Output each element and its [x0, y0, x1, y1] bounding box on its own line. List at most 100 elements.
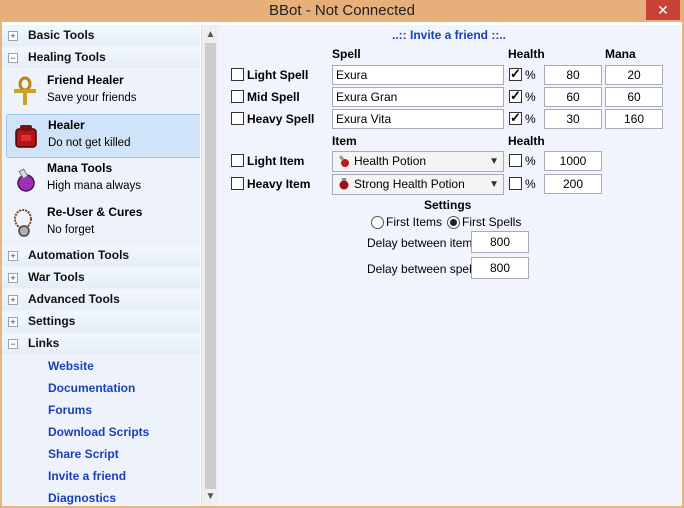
- collapse-icon[interactable]: −: [8, 53, 18, 63]
- close-button[interactable]: ✕: [646, 0, 680, 20]
- category-basic-tools[interactable]: + Basic Tools: [2, 26, 200, 46]
- heavy-item-health-checkbox[interactable]: [509, 177, 522, 190]
- link-diagnostics[interactable]: Diagnostics: [48, 491, 116, 505]
- link-share-script[interactable]: Share Script: [48, 447, 119, 461]
- delay-spells-label: Delay between spells: [367, 262, 481, 276]
- light-item-checkbox[interactable]: [231, 154, 244, 167]
- chevron-down-icon: ▼: [489, 156, 499, 167]
- item-health-header: Health: [508, 134, 545, 148]
- mid-spell-health-checkbox[interactable]: [509, 88, 522, 104]
- heavy-item-checkbox[interactable]: [231, 177, 244, 190]
- link-website[interactable]: Website: [48, 359, 94, 373]
- heavy-spell-label: Heavy Spell: [247, 112, 315, 126]
- tool-desc: No forget: [47, 224, 95, 236]
- category-label: Healing Tools: [28, 50, 106, 64]
- heavy-spell-health-checkbox[interactable]: [509, 110, 522, 126]
- category-label: War Tools: [28, 270, 85, 284]
- tool-healer[interactable]: Healer Do not get killed: [6, 114, 200, 158]
- mid-spell-health-input[interactable]: 60: [544, 87, 602, 107]
- dropdown-value: Health Potion: [354, 154, 427, 168]
- sidebar-scrollbar[interactable]: ▲ ▼: [201, 25, 219, 506]
- light-spell-checkbox[interactable]: [231, 68, 244, 81]
- percent-sign: %: [525, 90, 536, 104]
- light-item-dropdown[interactable]: Health Potion ▼: [332, 151, 504, 172]
- category-label: Basic Tools: [28, 28, 95, 42]
- tool-mana-tools[interactable]: Mana Tools High mana always: [6, 158, 200, 200]
- mana-potion-icon: [17, 168, 35, 192]
- light-spell-health-checkbox[interactable]: [509, 66, 522, 82]
- light-spell-input[interactable]: Exura: [332, 65, 504, 85]
- expand-icon[interactable]: +: [8, 317, 18, 327]
- sidebar: + Basic Tools − Healing Tools Friend Hea…: [2, 25, 200, 506]
- scroll-up-icon[interactable]: ▲: [202, 27, 219, 43]
- first-spells-label: First Spells: [462, 215, 522, 229]
- first-items-label: First Items: [386, 215, 442, 229]
- percent-sign: %: [525, 68, 536, 82]
- health-header: Health: [508, 47, 545, 61]
- heavy-spell-input[interactable]: Exura Vita: [332, 109, 504, 129]
- scroll-thumb[interactable]: [205, 43, 216, 489]
- first-items-radio[interactable]: [371, 216, 384, 229]
- tool-friend-healer[interactable]: Friend Healer Save your friends: [6, 70, 200, 112]
- heavy-item-label: Heavy Item: [247, 177, 311, 191]
- category-label: Automation Tools: [28, 248, 130, 262]
- light-spell-mana-input[interactable]: 20: [605, 65, 663, 85]
- delay-items-label: Delay between items: [367, 236, 479, 250]
- tool-name: Friend Healer: [47, 73, 124, 87]
- percent-sign: %: [525, 154, 536, 168]
- light-item-label: Light Item: [247, 154, 305, 168]
- mid-spell-checkbox[interactable]: [231, 90, 244, 103]
- category-label: Links: [28, 336, 60, 350]
- category-links[interactable]: − Links: [2, 334, 200, 354]
- strong-health-potion-icon: [339, 178, 349, 190]
- health-potion-icon: [338, 155, 349, 167]
- ankh-icon: [14, 76, 36, 105]
- window-title: BBot - Not Connected: [269, 2, 415, 19]
- heavy-item-health-input[interactable]: 200: [544, 174, 602, 194]
- heavy-spell-health-input[interactable]: 30: [544, 109, 602, 129]
- title-bar: BBot - Not Connected ✕: [0, 0, 684, 22]
- heavy-spell-mana-input[interactable]: 160: [605, 109, 663, 129]
- tool-desc: Save your friends: [47, 92, 137, 104]
- category-advanced-tools[interactable]: + Advanced Tools: [2, 290, 200, 310]
- tool-desc: Do not get killed: [48, 137, 131, 149]
- invite-friend-link[interactable]: ..:: Invite a friend ::..: [392, 28, 506, 42]
- chevron-down-icon: ▼: [489, 179, 499, 190]
- first-spells-radio[interactable]: [447, 216, 460, 229]
- tool-reuser-cures[interactable]: Re-User & Cures No forget: [6, 202, 200, 244]
- tool-name: Re-User & Cures: [47, 205, 143, 219]
- tool-name: Mana Tools: [47, 161, 113, 175]
- mana-header: Mana: [605, 47, 636, 61]
- mid-spell-mana-input[interactable]: 60: [605, 87, 663, 107]
- delay-items-input[interactable]: 800: [471, 231, 529, 253]
- expand-icon[interactable]: +: [8, 251, 18, 261]
- link-documentation[interactable]: Documentation: [48, 381, 135, 395]
- category-automation-tools[interactable]: + Automation Tools: [2, 246, 200, 266]
- spell-header: Spell: [332, 47, 361, 61]
- scroll-down-icon[interactable]: ▼: [202, 489, 219, 505]
- light-spell-health-input[interactable]: 80: [544, 65, 602, 85]
- category-label: Settings: [28, 314, 76, 328]
- category-label: Advanced Tools: [28, 292, 120, 306]
- category-war-tools[interactable]: + War Tools: [2, 268, 200, 288]
- collapse-icon[interactable]: −: [8, 339, 18, 349]
- category-settings[interactable]: + Settings: [2, 312, 200, 332]
- heavy-item-dropdown[interactable]: Strong Health Potion ▼: [332, 174, 504, 195]
- light-spell-label: Light Spell: [247, 68, 309, 82]
- item-header: Item: [332, 134, 357, 148]
- expand-icon[interactable]: +: [8, 295, 18, 305]
- percent-sign: %: [525, 112, 536, 126]
- link-invite-friend[interactable]: Invite a friend: [48, 469, 126, 483]
- link-download-scripts[interactable]: Download Scripts: [48, 425, 149, 439]
- heavy-spell-checkbox[interactable]: [231, 112, 244, 125]
- mid-spell-input[interactable]: Exura Gran: [332, 87, 504, 107]
- expand-icon[interactable]: +: [8, 31, 18, 41]
- category-healing-tools[interactable]: − Healing Tools: [2, 48, 200, 68]
- link-forums[interactable]: Forums: [48, 403, 92, 417]
- light-item-health-checkbox[interactable]: [509, 154, 522, 167]
- light-item-health-input[interactable]: 1000: [544, 151, 602, 171]
- expand-icon[interactable]: +: [8, 273, 18, 283]
- delay-spells-input[interactable]: 800: [471, 257, 529, 279]
- tool-name: Healer: [48, 118, 85, 132]
- amulet-icon: [14, 209, 32, 237]
